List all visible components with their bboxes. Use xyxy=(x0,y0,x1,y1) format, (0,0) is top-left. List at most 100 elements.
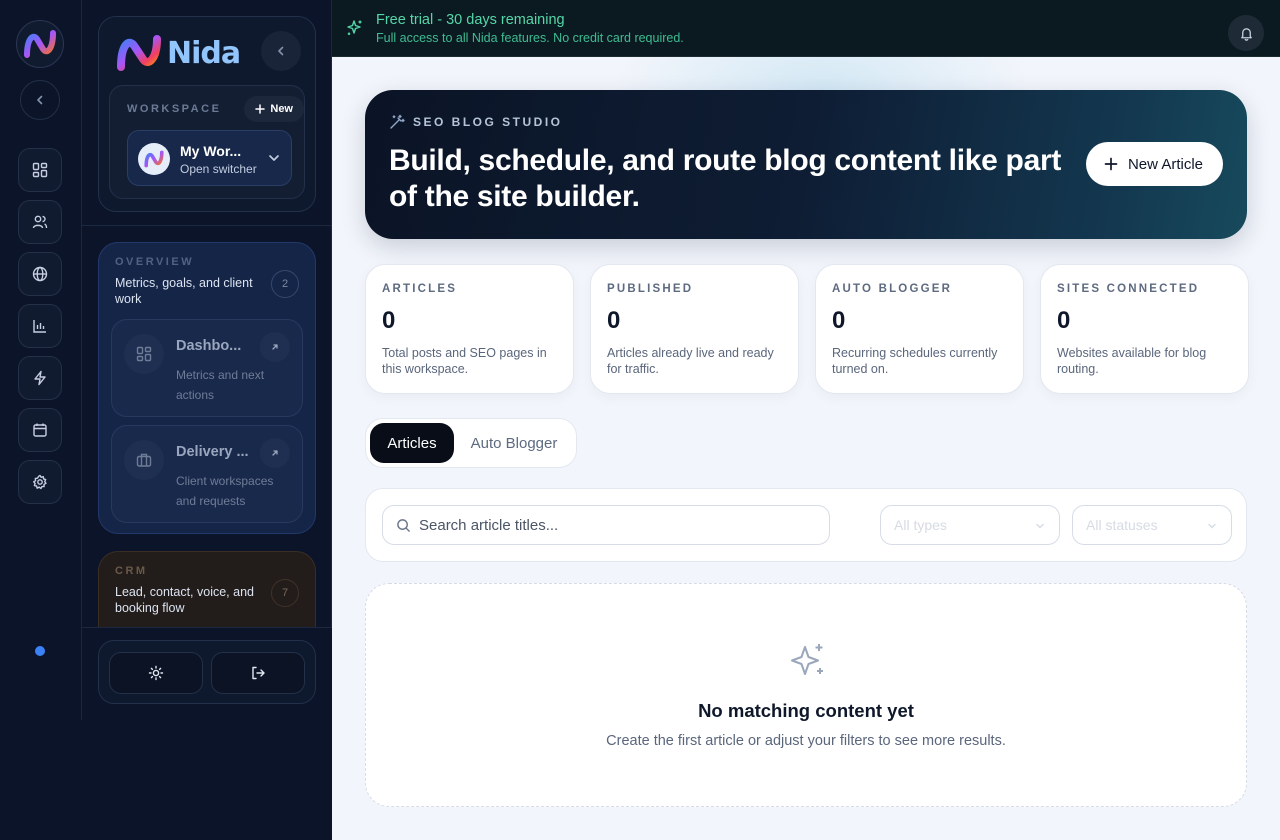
tab-auto-blogger[interactable]: Auto Blogger xyxy=(462,423,566,463)
rail-users-button[interactable] xyxy=(18,200,62,244)
status-dot xyxy=(35,646,45,656)
nav-item-delivery[interactable]: Delivery ... Client workspaces and reque… xyxy=(111,425,303,523)
nida-logo-icon xyxy=(144,150,164,168)
arrow-up-right-icon xyxy=(272,450,278,456)
chevron-left-icon xyxy=(278,46,284,56)
new-article-button[interactable]: New Article xyxy=(1085,142,1223,186)
new-workspace-label: New xyxy=(270,103,293,115)
users-icon xyxy=(32,215,48,229)
nav-item-subtitle: Metrics and next actions xyxy=(176,368,265,402)
filter-bar: All types All statuses xyxy=(365,488,1247,562)
nida-logo-icon xyxy=(24,30,56,58)
rail-collapse-button[interactable] xyxy=(20,80,60,120)
icon-rail xyxy=(0,0,82,720)
dashboard-icon xyxy=(32,162,48,178)
tab-articles[interactable]: Articles xyxy=(370,423,454,463)
notifications-button[interactable] xyxy=(1228,15,1264,51)
nav-item-dashboard[interactable]: Dashbo... Metrics and next actions xyxy=(111,319,303,417)
workspace-name: My Wor... xyxy=(180,143,242,159)
trial-banner-subtitle: Full access to all Nida features. No cre… xyxy=(376,31,684,45)
type-filter-select[interactable]: All types xyxy=(880,505,1060,545)
hero-tag: SEO BLOG STUDIO xyxy=(389,114,563,130)
nav-section-overview: OVERVIEW Metrics, goals, and client work… xyxy=(98,242,316,534)
stat-label: AUTO BLOGGER xyxy=(832,283,953,295)
stat-description: Recurring schedules currently turned on. xyxy=(832,346,998,376)
main-content: SEO BLOG STUDIO Build, schedule, and rou… xyxy=(332,57,1280,840)
empty-state-subtitle: Create the first article or adjust your … xyxy=(606,733,1006,749)
chevron-left-icon xyxy=(37,95,43,105)
sparkles-icon xyxy=(791,644,823,675)
workspace-box: WORKSPACE New My Wor... Open switcher xyxy=(109,85,305,199)
stat-label: ARTICLES xyxy=(382,283,458,295)
calendar-icon xyxy=(33,423,47,437)
open-link-button[interactable] xyxy=(260,332,290,362)
chevron-down-icon xyxy=(1036,523,1044,529)
stat-card-sites-connected: SITES CONNECTED 0 Websites available for… xyxy=(1040,264,1249,394)
stat-value: 0 xyxy=(1057,307,1071,334)
settings-icon xyxy=(33,474,47,490)
theme-toggle-button[interactable] xyxy=(109,652,203,694)
nav-item-subtitle: Client workspaces and requests xyxy=(176,474,274,508)
content-tabs: Articles Auto Blogger xyxy=(365,418,577,468)
dashboard-icon xyxy=(136,346,152,362)
open-link-button[interactable] xyxy=(260,438,290,468)
new-workspace-button[interactable]: New xyxy=(244,96,304,122)
empty-state: No matching content yet Create the first… xyxy=(365,583,1247,807)
workspace-avatar xyxy=(138,143,170,175)
new-article-label: New Article xyxy=(1127,155,1203,173)
logout-icon xyxy=(252,666,265,680)
stat-description: Articles already live and ready for traf… xyxy=(607,346,774,376)
trial-banner-title: Free trial - 30 days remaining xyxy=(376,12,565,28)
hero-title: Build, schedule, and route blog content … xyxy=(389,144,1062,213)
sidebar-footer xyxy=(82,627,332,720)
divider xyxy=(82,225,332,226)
type-filter-value: All types xyxy=(894,517,947,533)
chevron-down-icon xyxy=(269,155,279,161)
section-description: Lead, contact, voice, and booking flow xyxy=(115,585,254,615)
rail-calendar-button[interactable] xyxy=(18,408,62,452)
nav-item-title: Delivery ... xyxy=(176,444,249,460)
stat-card-published: PUBLISHED 0 Articles already live and re… xyxy=(590,264,799,394)
rail-analytics-button[interactable] xyxy=(18,304,62,348)
stat-description: Total posts and SEO pages in this worksp… xyxy=(382,346,547,376)
stat-value: 0 xyxy=(382,307,396,334)
stat-value: 0 xyxy=(607,307,621,334)
rail-settings-button[interactable] xyxy=(18,460,62,504)
search-input[interactable] xyxy=(419,506,819,544)
section-tag: CRM xyxy=(115,565,148,577)
bell-icon xyxy=(1240,27,1252,41)
sidebar-footer-card xyxy=(98,640,316,704)
workspace-switcher[interactable]: My Wor... Open switcher xyxy=(127,130,292,186)
rail-sites-button[interactable] xyxy=(18,252,62,296)
navigation-panel: Nida WORKSPACE New My Wor... Open switch… xyxy=(82,0,332,720)
trial-banner: Free trial - 30 days remaining Full acce… xyxy=(332,0,1280,57)
brand-logo[interactable]: Nida xyxy=(115,33,241,73)
stat-value: 0 xyxy=(832,307,846,334)
sidebar-collapse-button[interactable] xyxy=(261,31,301,71)
stat-card-articles: ARTICLES 0 Total posts and SEO pages in … xyxy=(365,264,574,394)
rail-dashboard-button[interactable] xyxy=(18,148,62,192)
plus-icon xyxy=(1104,157,1118,171)
chart-icon xyxy=(33,320,46,333)
rail-automation-button[interactable] xyxy=(18,356,62,400)
nav-section-crm[interactable]: CRM Lead, contact, voice, and booking fl… xyxy=(98,551,316,627)
stat-label: PUBLISHED xyxy=(607,283,694,295)
chevron-down-icon xyxy=(1208,523,1216,529)
nav-item-icon xyxy=(124,334,164,374)
nav-item-title: Dashbo... xyxy=(176,338,242,354)
brand-card: Nida WORKSPACE New My Wor... Open switch… xyxy=(98,16,316,212)
stat-label: SITES CONNECTED xyxy=(1057,283,1200,295)
logout-button[interactable] xyxy=(211,652,305,694)
app-logo[interactable] xyxy=(16,20,64,68)
brand-name: Nida xyxy=(167,35,241,71)
status-filter-value: All statuses xyxy=(1086,517,1158,533)
section-description: Metrics, goals, and client work xyxy=(115,276,253,306)
globe-icon xyxy=(32,266,48,282)
magic-wand-icon xyxy=(390,114,405,129)
status-filter-select[interactable]: All statuses xyxy=(1072,505,1232,545)
sparkles-icon xyxy=(347,20,362,35)
arrow-up-right-icon xyxy=(272,344,278,350)
search-box xyxy=(382,505,830,545)
bolt-icon xyxy=(34,370,46,386)
plus-icon xyxy=(255,104,266,114)
